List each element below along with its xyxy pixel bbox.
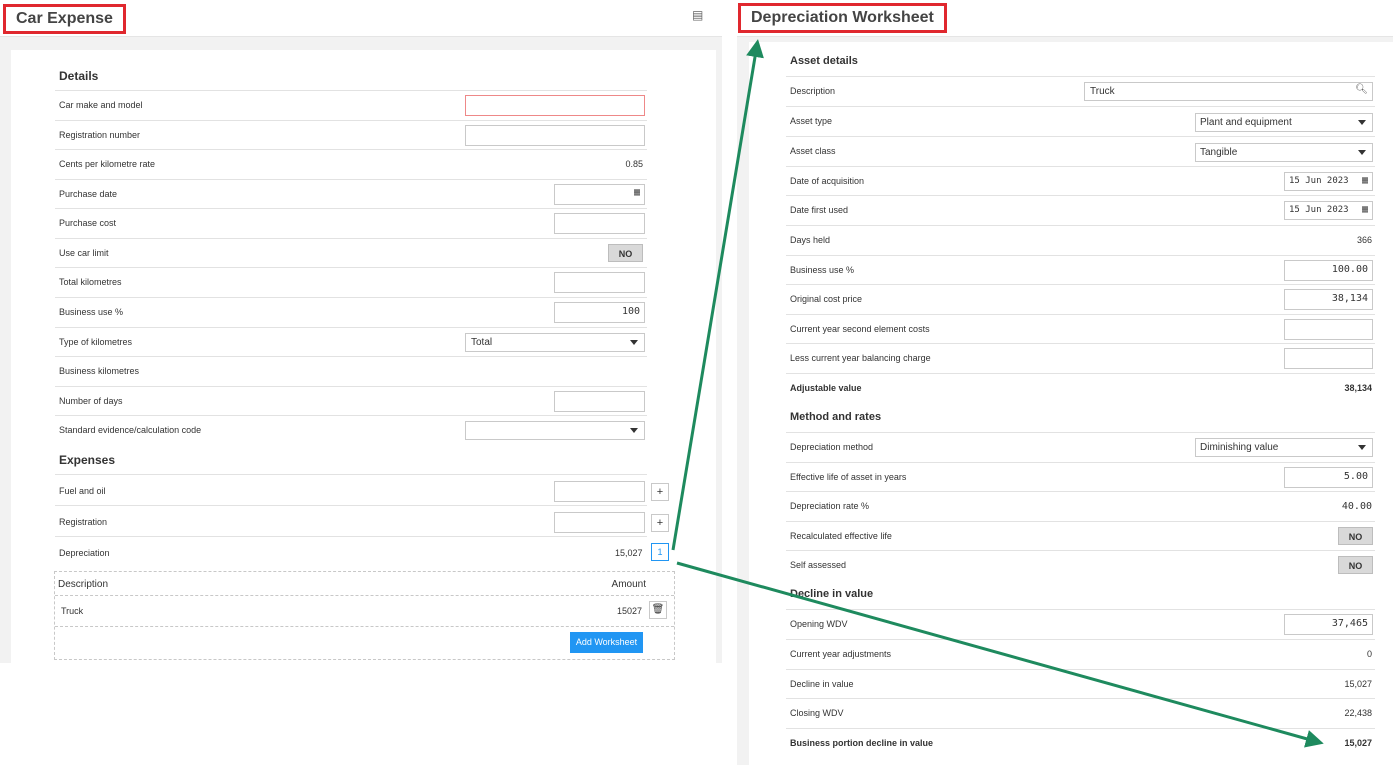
annotation-arrows: [671, 39, 1324, 748]
arrow-to-worksheet-title: [671, 39, 764, 551]
arrow-to-business-portion: [676, 561, 1324, 748]
